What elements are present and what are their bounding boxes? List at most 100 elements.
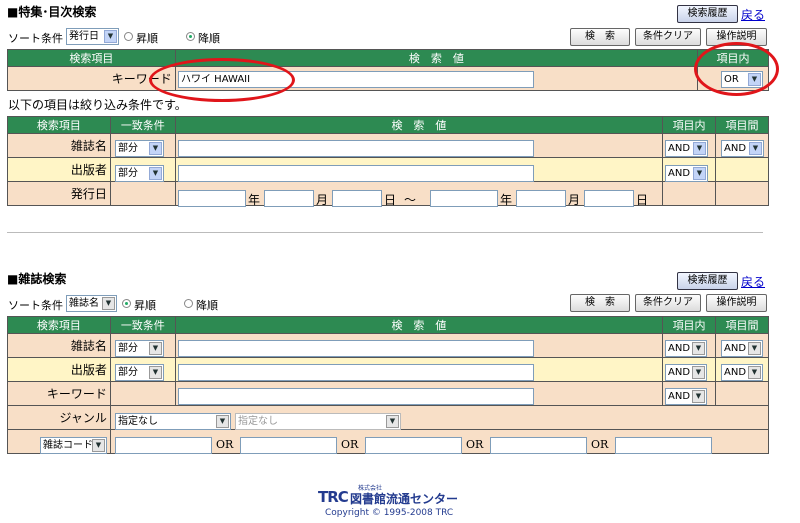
inner-select-publisher[interactable]: AND ▼ (665, 165, 708, 182)
chevron-down-icon: ▼ (149, 366, 162, 379)
search-history-button[interactable]: 検索履歴 (677, 272, 738, 290)
date-from-month[interactable] (264, 190, 314, 207)
unit-month: 月 (568, 193, 581, 207)
annotation-oval-keyword (149, 58, 295, 102)
desc-radio[interactable] (184, 299, 193, 308)
magazine-input[interactable] (178, 140, 534, 157)
inner-value: AND (668, 343, 691, 354)
search-button[interactable]: 検 索 (570, 28, 630, 46)
desc-label: 降順 (196, 299, 218, 312)
date-to-year[interactable] (430, 190, 498, 207)
range-tilde: 〜 (404, 193, 417, 207)
col-header: 検索項目 (7, 316, 111, 334)
publisher-input[interactable] (178, 364, 534, 381)
row-label-magazine: 雑誌名 (7, 133, 111, 158)
col-header: 項目間 (715, 316, 769, 334)
back-link[interactable]: 戻る (741, 6, 765, 23)
date-to-month[interactable] (516, 190, 566, 207)
between-value: AND (724, 343, 747, 354)
inner-select-publisher[interactable]: AND ▼ (665, 364, 707, 381)
annotation-oval-operator (694, 42, 779, 96)
sub-genre-select[interactable]: 指定なし ▼ (235, 413, 401, 430)
chevron-down-icon: ▼ (693, 142, 706, 155)
date-to-day[interactable] (584, 190, 634, 207)
col-header: 一致条件 (109, 316, 176, 334)
or-label: OR (216, 438, 234, 451)
match-select-magazine[interactable]: 部分 ▼ (115, 340, 164, 357)
keyword-input[interactable] (178, 388, 534, 405)
inner-select-keyword[interactable]: AND ▼ (665, 388, 707, 405)
between-select-magazine[interactable]: AND ▼ (721, 340, 763, 357)
between-select-publisher[interactable]: AND ▼ (721, 364, 763, 381)
copyright: Copyright © 1995-2008 TRC (325, 508, 454, 518)
publisher-input[interactable] (178, 165, 534, 182)
logo-brand: TRC (318, 488, 349, 506)
chevron-down-icon: ▼ (92, 439, 105, 452)
inner-value: AND (668, 391, 691, 402)
section-divider (7, 232, 763, 233)
sort-label: ソート条件 (8, 299, 63, 312)
between-value: AND (724, 143, 747, 154)
genre-select[interactable]: 指定なし ▼ (115, 413, 231, 430)
desc-radio[interactable] (186, 32, 195, 41)
inner-value: AND (668, 143, 691, 154)
match-value: 部分 (118, 143, 138, 154)
inner-select-magazine[interactable]: AND ▼ (665, 140, 708, 157)
row-label-date: 発行日 (7, 181, 111, 206)
match-select-magazine[interactable]: 部分 ▼ (115, 140, 164, 157)
code-input-1[interactable] (115, 437, 212, 454)
code-type-select[interactable]: 雑誌コード ▼ (40, 437, 107, 454)
chevron-down-icon: ▼ (149, 142, 162, 155)
code-input-2[interactable] (240, 437, 337, 454)
chevron-down-icon: ▼ (692, 390, 705, 403)
search-button[interactable]: 検 索 (570, 294, 630, 312)
clear-button[interactable]: 条件クリア (635, 28, 701, 46)
chevron-down-icon: ▼ (102, 297, 115, 310)
row-label-keyword: キーワード (7, 381, 111, 406)
inner-value: AND (668, 367, 691, 378)
col-header: 項目内 (662, 316, 717, 334)
code-input-4[interactable] (490, 437, 587, 454)
asc-radio[interactable] (122, 299, 131, 308)
chevron-down-icon: ▼ (749, 142, 762, 155)
sort-select[interactable]: 発行日 ▼ (66, 28, 119, 45)
match-select-publisher[interactable]: 部分 ▼ (115, 364, 164, 381)
magazine-input[interactable] (178, 340, 534, 357)
chevron-down-icon: ▼ (748, 366, 761, 379)
unit-day: 日 (384, 193, 397, 207)
inner-select-magazine[interactable]: AND ▼ (665, 340, 707, 357)
back-link[interactable]: 戻る (741, 273, 765, 290)
col-header: 項目内 (662, 116, 717, 134)
chevron-down-icon: ▼ (149, 342, 162, 355)
sub-genre-value: 指定なし (238, 416, 278, 427)
code-input-3[interactable] (365, 437, 462, 454)
search-history-button[interactable]: 検索履歴 (677, 5, 738, 23)
or-label: OR (341, 438, 359, 451)
trc-logo: TRC 株式会社 図書館流通センター (318, 485, 468, 508)
match-select-publisher[interactable]: 部分 ▼ (115, 165, 164, 182)
section-title: ■雑誌検索 (7, 272, 67, 286)
date-from-day[interactable] (332, 190, 382, 207)
asc-radio[interactable] (124, 32, 133, 41)
row-label-magazine: 雑誌名 (7, 333, 111, 358)
between-value: AND (724, 367, 747, 378)
between-select-magazine[interactable]: AND ▼ (721, 140, 764, 157)
date-from-year[interactable] (178, 190, 246, 207)
code-input-5[interactable] (615, 437, 712, 454)
match-value: 部分 (118, 367, 138, 378)
col-header: 検 索 値 (174, 316, 664, 334)
clear-button[interactable]: 条件クリア (635, 294, 701, 312)
match-value: 部分 (118, 343, 138, 354)
or-label: OR (591, 438, 609, 451)
chevron-down-icon: ▼ (693, 167, 706, 180)
help-button[interactable]: 操作説明 (706, 294, 767, 312)
chevron-down-icon: ▼ (104, 30, 117, 43)
sort-select[interactable]: 雑誌名 ▼ (66, 295, 117, 312)
asc-label: 昇順 (134, 299, 156, 312)
col-header: 一致条件 (109, 116, 176, 134)
col-header: 検索項目 (7, 49, 176, 67)
chevron-down-icon: ▼ (386, 415, 399, 428)
sort-label: ソート条件 (8, 32, 63, 45)
row-label-genre: ジャンル (7, 405, 111, 430)
desc-label: 降順 (198, 32, 220, 45)
